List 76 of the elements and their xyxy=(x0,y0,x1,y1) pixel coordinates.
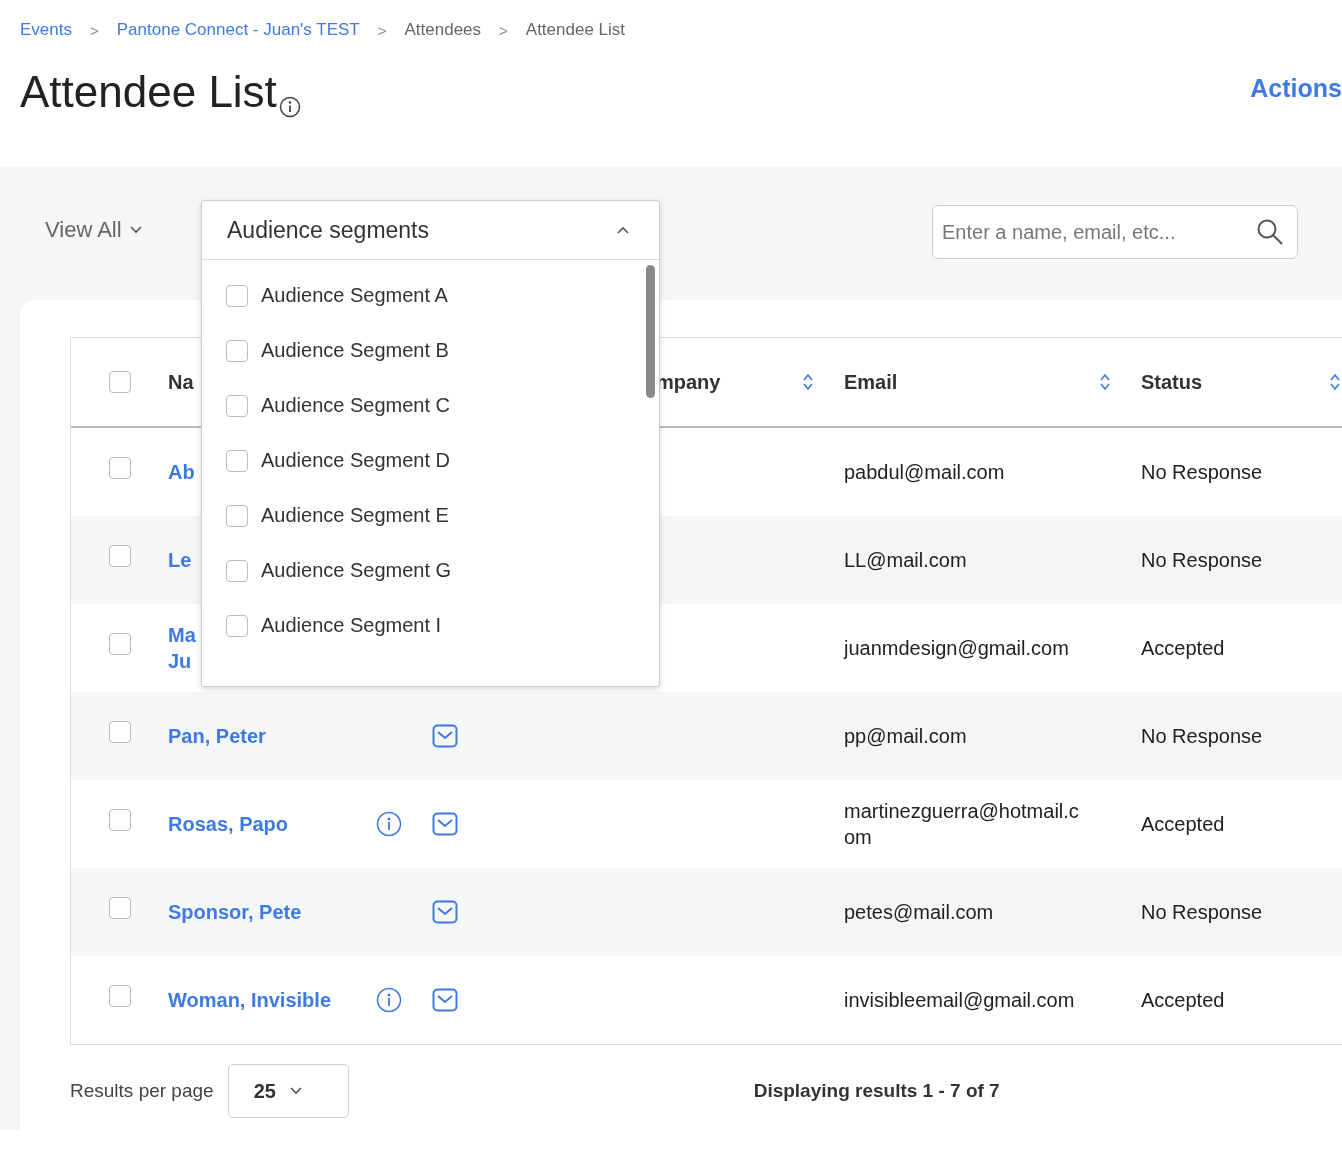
status-text: Accepted xyxy=(1141,988,1225,1013)
search-field[interactable]: Enter a name, email, etc... xyxy=(932,205,1298,259)
email-text: petes@mail.com xyxy=(844,900,994,925)
checkbox[interactable] xyxy=(226,284,248,307)
option-label[interactable]: Audience Segment E xyxy=(261,504,449,527)
info-icon[interactable] xyxy=(376,987,402,1013)
checkbox[interactable] xyxy=(109,633,131,655)
per-page-label: Results per page xyxy=(70,1080,214,1102)
info-icon[interactable] xyxy=(376,811,402,837)
per-page-select[interactable]: 25 xyxy=(227,1064,349,1118)
attendee-name-link[interactable]: Woman, Invisible xyxy=(168,987,331,1013)
status-text: No Response xyxy=(1141,460,1263,485)
chevron-down-icon xyxy=(129,226,142,234)
breadcrumb-separator: > xyxy=(90,21,99,39)
status-text: Accepted xyxy=(1141,812,1225,837)
mail-icon[interactable] xyxy=(432,723,458,749)
status-text: No Response xyxy=(1141,900,1263,925)
checkbox[interactable] xyxy=(226,339,248,362)
status-text: No Response xyxy=(1141,548,1263,573)
chevron-down-icon xyxy=(289,1087,302,1095)
info-icon[interactable] xyxy=(278,96,301,119)
breadcrumb-item: Attendee List xyxy=(525,20,626,40)
option-label[interactable]: Audience Segment A xyxy=(261,284,448,307)
breadcrumb-link[interactable]: Events xyxy=(20,20,72,40)
checkbox[interactable] xyxy=(226,449,248,472)
email-text: martinezguerra@hotmail.c om xyxy=(844,799,1079,850)
attendee-name-link[interactable]: Ma Ju xyxy=(168,622,196,674)
column-header[interactable]: Email xyxy=(844,370,898,394)
breadcrumb-link[interactable]: Pantone Connect - Juan's TEST xyxy=(116,20,360,40)
breadcrumb-separator: > xyxy=(499,21,508,39)
option-label[interactable]: Audience Segment D xyxy=(261,449,450,472)
checkbox[interactable] xyxy=(226,614,248,637)
mail-icon[interactable] xyxy=(432,987,458,1013)
checkbox[interactable] xyxy=(109,457,131,479)
checkbox[interactable] xyxy=(109,545,131,567)
sort-icon[interactable] xyxy=(1099,372,1111,392)
mail-icon[interactable] xyxy=(432,899,458,925)
checkbox[interactable] xyxy=(109,897,131,919)
column-header[interactable]: Status xyxy=(1141,370,1203,394)
checkbox[interactable] xyxy=(226,559,248,582)
mail-icon[interactable] xyxy=(432,811,458,837)
page-title: Attendee List xyxy=(20,68,277,117)
status-text: No Response xyxy=(1141,724,1263,749)
option-label[interactable]: Audience Segment C xyxy=(261,394,450,417)
option-label[interactable]: Audience Segment G xyxy=(261,559,452,582)
search-icon[interactable] xyxy=(1256,218,1284,246)
option-label[interactable]: Audience Segment B xyxy=(261,339,449,362)
column-header[interactable]: Na xyxy=(168,370,194,394)
checkbox[interactable] xyxy=(226,504,248,527)
email-text: pp@mail.com xyxy=(844,724,967,749)
results-summary: Displaying results 1 - 7 of 7 xyxy=(753,1080,1000,1102)
checkbox[interactable] xyxy=(109,985,131,1007)
sort-icon[interactable] xyxy=(802,372,814,392)
attendee-name-link[interactable]: Le xyxy=(168,547,192,573)
segments-dropdown[interactable]: Audience segments xyxy=(202,201,659,260)
email-text: pabdul@mail.com xyxy=(844,460,1005,485)
checkbox[interactable] xyxy=(109,721,131,743)
attendee-name-link[interactable]: Rosas, Papo xyxy=(168,811,289,837)
breadcrumb-separator: > xyxy=(377,21,387,39)
email-text: juanmdesign@gmail.com xyxy=(844,636,1069,661)
checkbox[interactable] xyxy=(109,809,131,831)
email-text: LL@mail.com xyxy=(844,548,967,573)
breadcrumb-item: Attendees xyxy=(404,20,482,40)
checkbox[interactable] xyxy=(226,394,248,417)
sort-icon[interactable] xyxy=(1329,372,1341,392)
status-text: Accepted xyxy=(1141,636,1225,661)
scrollbar[interactable] xyxy=(646,265,655,398)
actions-link[interactable]: Actions xyxy=(1250,74,1342,103)
attendee-name-link[interactable]: Sponsor, Pete xyxy=(168,899,302,925)
email-text: invisibleemail@gmail.com xyxy=(844,988,1075,1013)
attendee-name-link[interactable]: Pan, Peter xyxy=(168,723,266,749)
select-all-checkbox[interactable] xyxy=(109,371,131,393)
attendee-name-link[interactable]: Ab xyxy=(168,459,195,485)
option-label[interactable]: Audience Segment I xyxy=(261,614,442,637)
chevron-up-icon xyxy=(617,226,629,234)
view-filter[interactable]: View All xyxy=(45,217,142,243)
